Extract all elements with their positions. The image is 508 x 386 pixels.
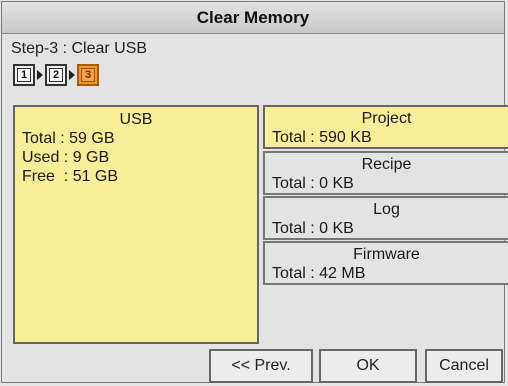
usb-info-panel: USB Total : 59 GB Used : 9 GB Free : 51 … — [13, 105, 259, 344]
category-recipe-total: Total : 0 KB — [272, 175, 354, 192]
category-project[interactable]: Project Total : 590 KB — [263, 105, 508, 149]
usb-used: Used : 9 GB — [22, 149, 110, 166]
category-recipe[interactable]: Recipe Total : 0 KB — [263, 151, 508, 195]
step-1-number: 1 — [17, 68, 31, 82]
usb-total-value: 59 GB — [69, 130, 115, 147]
category-recipe-name: Recipe — [361, 156, 412, 173]
step-arrow-icon — [69, 70, 75, 80]
clear-memory-dialog: Clear Memory Step-3 : Clear USB 1 2 3 US… — [1, 1, 508, 383]
category-firmware[interactable]: Firmware Total : 42 MB — [263, 241, 508, 285]
step-label: Step-3 : Clear USB — [11, 40, 148, 57]
category-log-total: Total : 0 KB — [272, 220, 354, 237]
step-3-number: 3 — [81, 68, 95, 82]
prev-button[interactable]: << Prev. — [209, 349, 313, 383]
category-firmware-name: Firmware — [353, 246, 420, 263]
step-3-icon: 3 — [77, 64, 99, 86]
usb-free: Free : 51 GB — [22, 168, 119, 185]
category-project-total: Total : 590 KB — [272, 129, 372, 146]
category-log-name: Log — [373, 201, 400, 218]
category-firmware-total: Total : 42 MB — [272, 265, 366, 282]
step-arrow-icon — [37, 70, 43, 80]
step-2-number: 2 — [49, 68, 63, 82]
usb-free-label: Free — [22, 168, 55, 185]
cancel-button[interactable]: Cancel — [425, 349, 503, 383]
usb-used-label: Used — [22, 149, 60, 166]
usb-used-value: 9 GB — [72, 149, 110, 166]
step-1-icon: 1 — [13, 64, 35, 86]
ok-button[interactable]: OK — [319, 349, 417, 383]
category-log[interactable]: Log Total : 0 KB — [263, 196, 508, 240]
usb-total-label: Total — [22, 130, 56, 147]
usb-free-value: 51 GB — [72, 168, 119, 185]
usb-title: USB — [119, 111, 153, 128]
category-project-name: Project — [361, 110, 412, 127]
step-2-icon: 2 — [45, 64, 67, 86]
dialog-title: Clear Memory — [2, 2, 504, 34]
usb-total: Total : 59 GB — [22, 130, 115, 147]
